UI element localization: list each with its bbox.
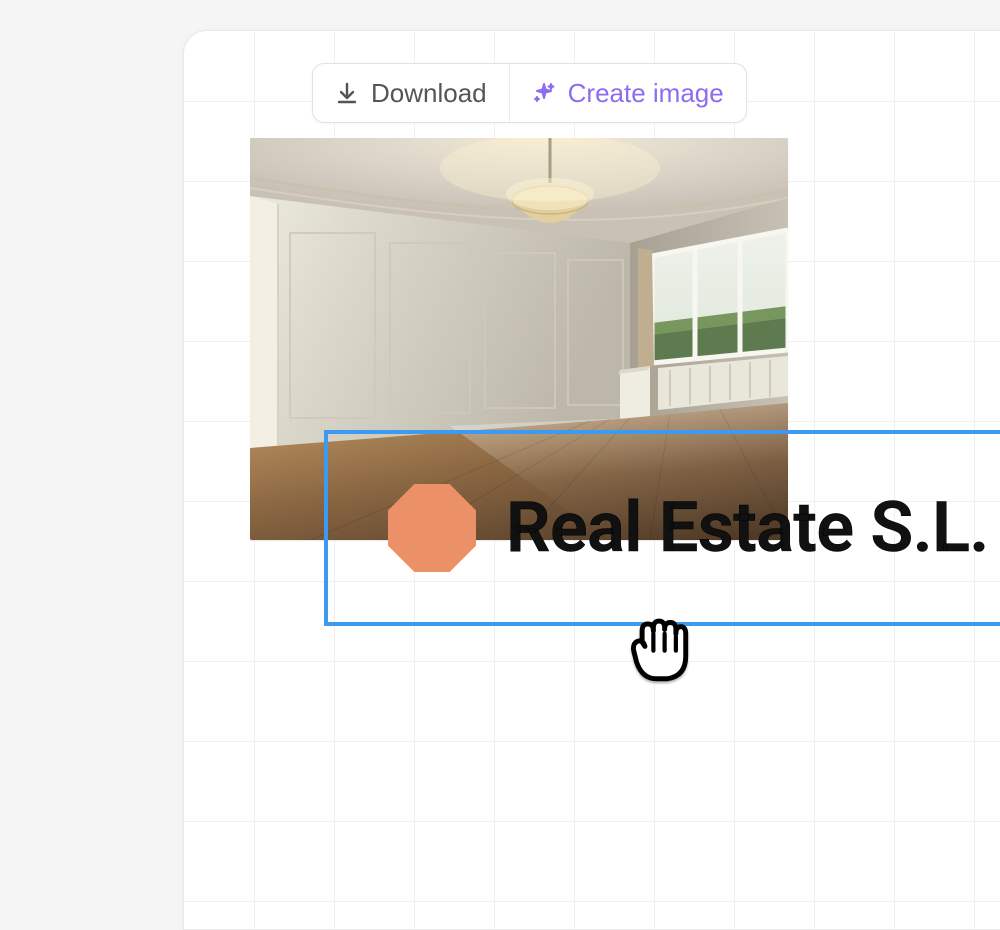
create-image-button[interactable]: Create image [510,64,746,122]
download-label: Download [371,78,487,109]
download-button[interactable]: Download [313,64,509,122]
create-image-label: Create image [568,78,724,109]
bullet-icon [388,484,476,572]
image-toolbar: Download Create image [312,63,747,123]
sparkle-icon [532,81,556,105]
text-object-label[interactable]: Real Estate S.L. [506,487,989,569]
text-object-selected[interactable]: Real Estate S.L. [324,430,1000,626]
canvas-panel[interactable]: Download Create image [183,30,1000,930]
download-icon [335,81,359,105]
